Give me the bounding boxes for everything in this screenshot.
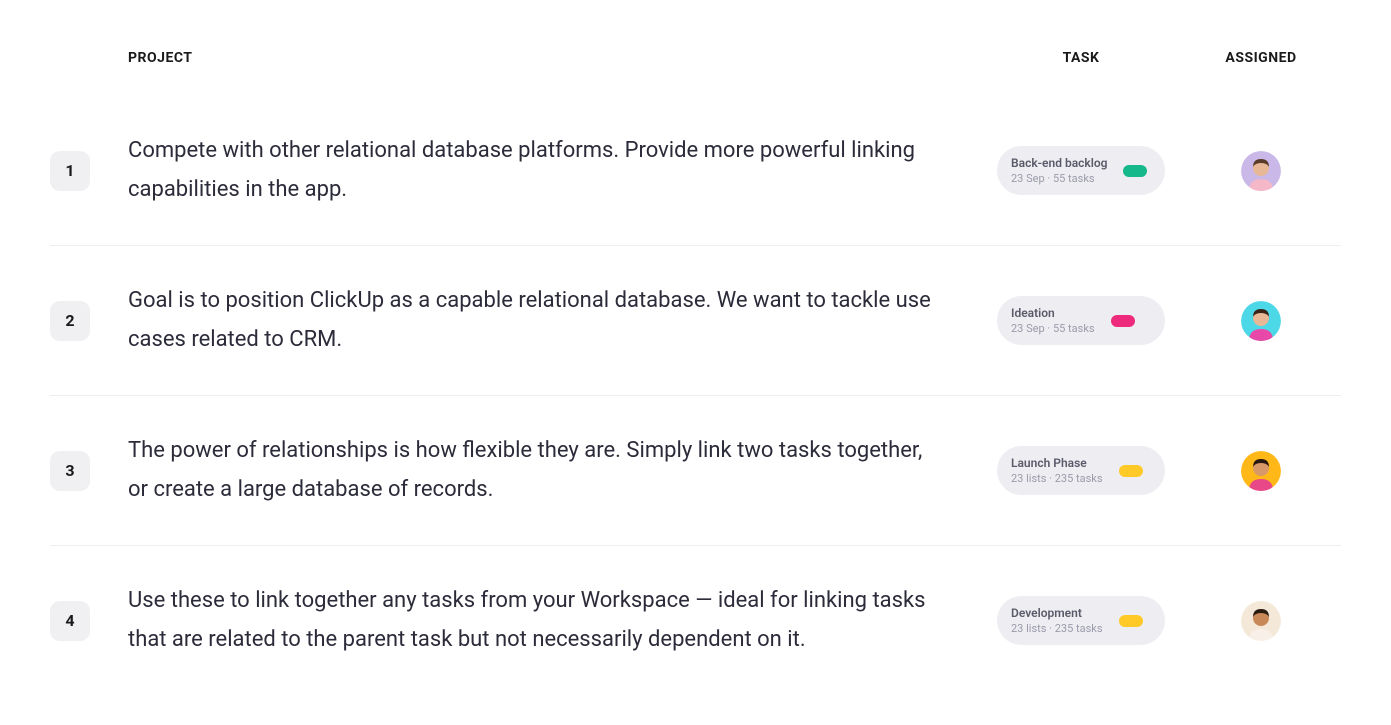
row-number-badge: 3 — [50, 451, 90, 491]
task-cell: Back-end backlog 23 Sep · 55 tasks — [981, 146, 1181, 195]
task-title: Back-end backlog — [1011, 156, 1107, 170]
status-indicator — [1123, 165, 1147, 177]
task-meta: 23 Sep · 55 tasks — [1011, 322, 1095, 335]
table-header-row: PROJECT TASK ASSIGNED — [50, 50, 1341, 96]
row-number-cell: 2 — [50, 301, 128, 341]
task-cell: Development 23 lists · 235 tasks — [981, 596, 1181, 645]
task-pill[interactable]: Launch Phase 23 lists · 235 tasks — [997, 446, 1165, 495]
task-pill[interactable]: Ideation 23 Sep · 55 tasks — [997, 296, 1165, 345]
project-description: Compete with other relational database p… — [128, 132, 981, 209]
task-meta: 23 lists · 235 tasks — [1011, 622, 1103, 635]
task-text: Launch Phase 23 lists · 235 tasks — [1011, 456, 1103, 485]
row-number-badge: 1 — [50, 151, 90, 191]
task-meta: 23 Sep · 55 tasks — [1011, 172, 1107, 185]
assigned-cell — [1181, 301, 1341, 341]
status-indicator — [1111, 315, 1135, 327]
avatar[interactable] — [1241, 601, 1281, 641]
avatar[interactable] — [1241, 151, 1281, 191]
avatar[interactable] — [1241, 301, 1281, 341]
status-indicator — [1119, 465, 1143, 477]
table-row[interactable]: 1 Compete with other relational database… — [50, 96, 1341, 245]
project-description: Use these to link together any tasks fro… — [128, 582, 981, 659]
table-row[interactable]: 2 Goal is to position ClickUp as a capab… — [50, 245, 1341, 395]
task-meta: 23 lists · 235 tasks — [1011, 472, 1103, 485]
assigned-cell — [1181, 451, 1341, 491]
row-number-cell: 3 — [50, 451, 128, 491]
row-number-cell: 4 — [50, 601, 128, 641]
row-number-badge: 4 — [50, 601, 90, 641]
task-cell: Launch Phase 23 lists · 235 tasks — [981, 446, 1181, 495]
row-number-cell: 1 — [50, 151, 128, 191]
status-indicator — [1119, 615, 1143, 627]
task-title: Development — [1011, 606, 1103, 620]
task-text: Development 23 lists · 235 tasks — [1011, 606, 1103, 635]
project-description: Goal is to position ClickUp as a capable… — [128, 282, 981, 359]
table-row[interactable]: 3 The power of relationships is how flex… — [50, 395, 1341, 545]
project-table: PROJECT TASK ASSIGNED 1 Compete with oth… — [50, 50, 1341, 695]
avatar[interactable] — [1241, 451, 1281, 491]
project-description: The power of relationships is how flexib… — [128, 432, 981, 509]
assigned-cell — [1181, 601, 1341, 641]
task-text: Back-end backlog 23 Sep · 55 tasks — [1011, 156, 1107, 185]
task-title: Launch Phase — [1011, 456, 1103, 470]
header-assigned: ASSIGNED — [1181, 50, 1341, 66]
assigned-cell — [1181, 151, 1341, 191]
task-text: Ideation 23 Sep · 55 tasks — [1011, 306, 1095, 335]
row-number-badge: 2 — [50, 301, 90, 341]
task-title: Ideation — [1011, 306, 1095, 320]
task-pill[interactable]: Back-end backlog 23 Sep · 55 tasks — [997, 146, 1165, 195]
header-task: TASK — [981, 50, 1181, 66]
header-project: PROJECT — [128, 50, 981, 66]
table-row[interactable]: 4 Use these to link together any tasks f… — [50, 545, 1341, 695]
task-cell: Ideation 23 Sep · 55 tasks — [981, 296, 1181, 345]
task-pill[interactable]: Development 23 lists · 235 tasks — [997, 596, 1165, 645]
